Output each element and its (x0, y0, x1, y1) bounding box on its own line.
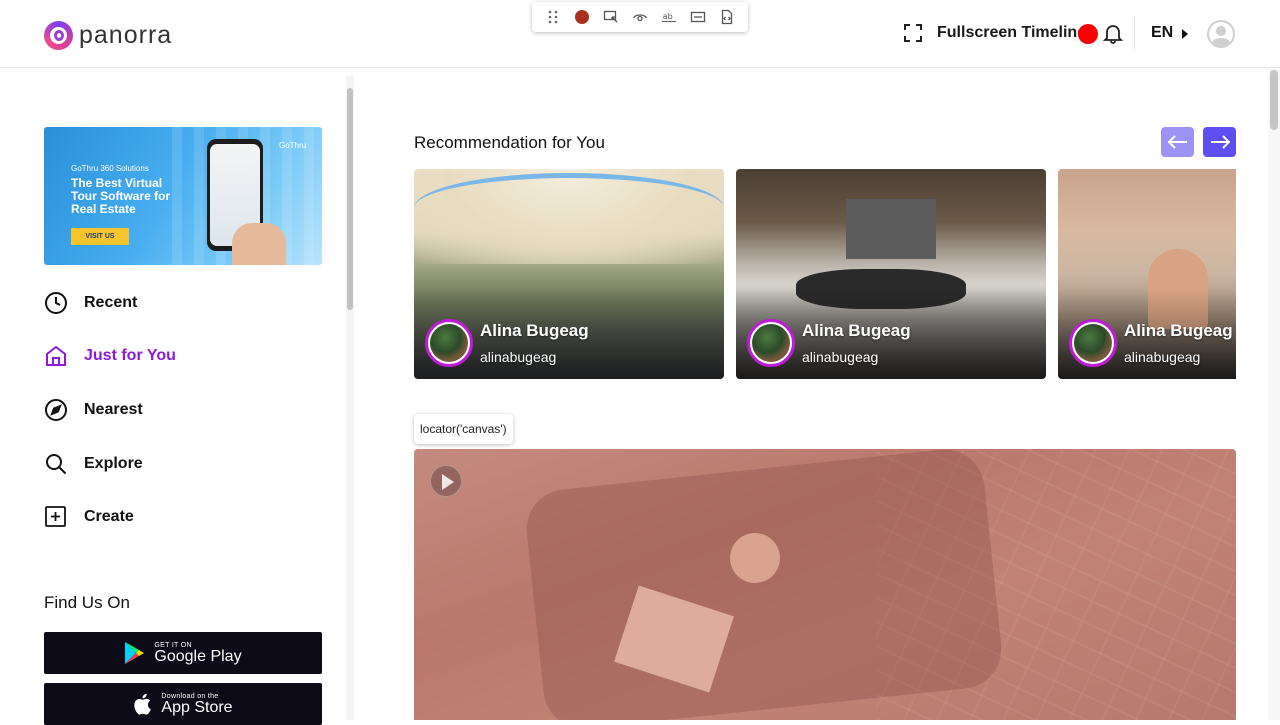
sidebar-item-label: Just for You (84, 347, 176, 364)
card-username[interactable]: alinabugeag (1124, 349, 1200, 365)
highlight-overlay (414, 449, 1236, 720)
drag-icon[interactable] (545, 9, 561, 25)
eye-icon[interactable] (632, 9, 648, 25)
panorama-card[interactable]: Alina Bugeag alinabugeag (1058, 169, 1236, 379)
main-scrollbar[interactable] (1268, 69, 1280, 720)
card-username[interactable]: alinabugeag (802, 349, 878, 365)
sidebar-item-recent[interactable]: Recent (44, 290, 137, 316)
caret-right-icon[interactable] (1182, 29, 1188, 39)
header-divider (1134, 16, 1135, 50)
sidebar-item-explore[interactable]: Explore (44, 451, 143, 477)
panorama-canvas[interactable] (414, 449, 1236, 720)
gothru-logo: GoThru (279, 141, 307, 150)
devtools-toolbar: ab (532, 2, 748, 32)
gothru-ad-banner[interactable]: GoThru 360 Solutions The Best Virtual To… (44, 127, 322, 265)
find-us-heading: Find Us On (44, 593, 130, 612)
google-play-icon (125, 642, 145, 664)
google-play-button[interactable]: GET IT ON Google Play (44, 632, 322, 674)
svg-text:ab: ab (663, 12, 673, 21)
card-username[interactable]: alinabugeag (480, 349, 556, 365)
arrow-left-icon (1167, 135, 1187, 149)
bell-icon[interactable] (1102, 22, 1124, 44)
arrow-right-icon (1210, 135, 1230, 149)
plus-square-icon (45, 506, 66, 527)
card-avatar[interactable] (425, 319, 473, 367)
search-icon (46, 454, 67, 475)
main-scrollbar-thumb[interactable] (1270, 70, 1278, 130)
value-assert-icon[interactable] (690, 9, 706, 25)
locator-tooltip: locator('canvas') (414, 414, 513, 444)
record-icon[interactable] (574, 9, 590, 25)
fullscreen-timeline-label[interactable]: Fullscreen Timeline (937, 24, 1086, 42)
carousel-next-button[interactable] (1203, 127, 1236, 157)
sidebar-item-just-for-you[interactable]: Just for You (44, 343, 176, 369)
panorama-card[interactable]: Alina Bugeag alinabugeag (736, 169, 1046, 379)
sidebar-item-create[interactable]: Create (44, 504, 134, 530)
user-avatar[interactable] (1207, 20, 1235, 48)
app-store-button[interactable]: Download on the App Store (44, 683, 322, 725)
sidebar-scrollbar-thumb[interactable] (347, 88, 353, 310)
hand-image (232, 223, 286, 265)
recommendation-carousel: Alina Bugeag alinabugeag Alina Bugeag al… (414, 169, 1236, 379)
pick-locator-icon[interactable] (603, 9, 619, 25)
sidebar-item-label: Create (84, 508, 134, 525)
text-assert-icon[interactable]: ab (661, 9, 677, 25)
panorra-logo[interactable]: panorra (44, 20, 172, 50)
sidebar-item-label: Explore (84, 455, 143, 472)
card-avatar[interactable] (1069, 319, 1117, 367)
card-author-name[interactable]: Alina Bugeag (480, 321, 589, 341)
top-header: panorra ab Fullscreen Timeline EN (0, 0, 1280, 68)
banner-visit-button[interactable]: VISIT US (71, 228, 129, 245)
fullscreen-icon[interactable] (904, 24, 922, 42)
carousel-prev-button[interactable] (1161, 127, 1194, 157)
sidebar-item-nearest[interactable]: Nearest (44, 397, 143, 423)
logo-mark-icon (44, 20, 73, 50)
live-indicator-dot (1078, 24, 1098, 44)
navigation-icon (45, 399, 67, 421)
apple-icon (134, 693, 152, 715)
snapshot-icon[interactable] (719, 9, 735, 25)
banner-headline: The Best Virtual Tour Software for Real … (71, 176, 171, 216)
panorama-card[interactable]: Alina Bugeag alinabugeag (414, 169, 724, 379)
play-icon[interactable] (430, 465, 462, 497)
card-author-name[interactable]: Alina Bugeag (802, 321, 911, 341)
card-author-name[interactable]: Alina Bugeag (1124, 321, 1233, 341)
sidebar-item-label: Recent (84, 294, 138, 311)
recommendation-heading: Recommendation for You (414, 133, 605, 152)
sidebar-item-label: Nearest (84, 401, 143, 418)
app-store-label: App Store (161, 698, 233, 716)
banner-brand: GoThru 360 Solutions (71, 164, 149, 173)
card-avatar[interactable] (747, 319, 795, 367)
google-play-label: Google Play (154, 647, 242, 665)
clock-icon (45, 292, 67, 314)
language-selector[interactable]: EN (1151, 24, 1173, 42)
brand-name: panorra (79, 20, 173, 49)
home-icon (46, 345, 66, 366)
